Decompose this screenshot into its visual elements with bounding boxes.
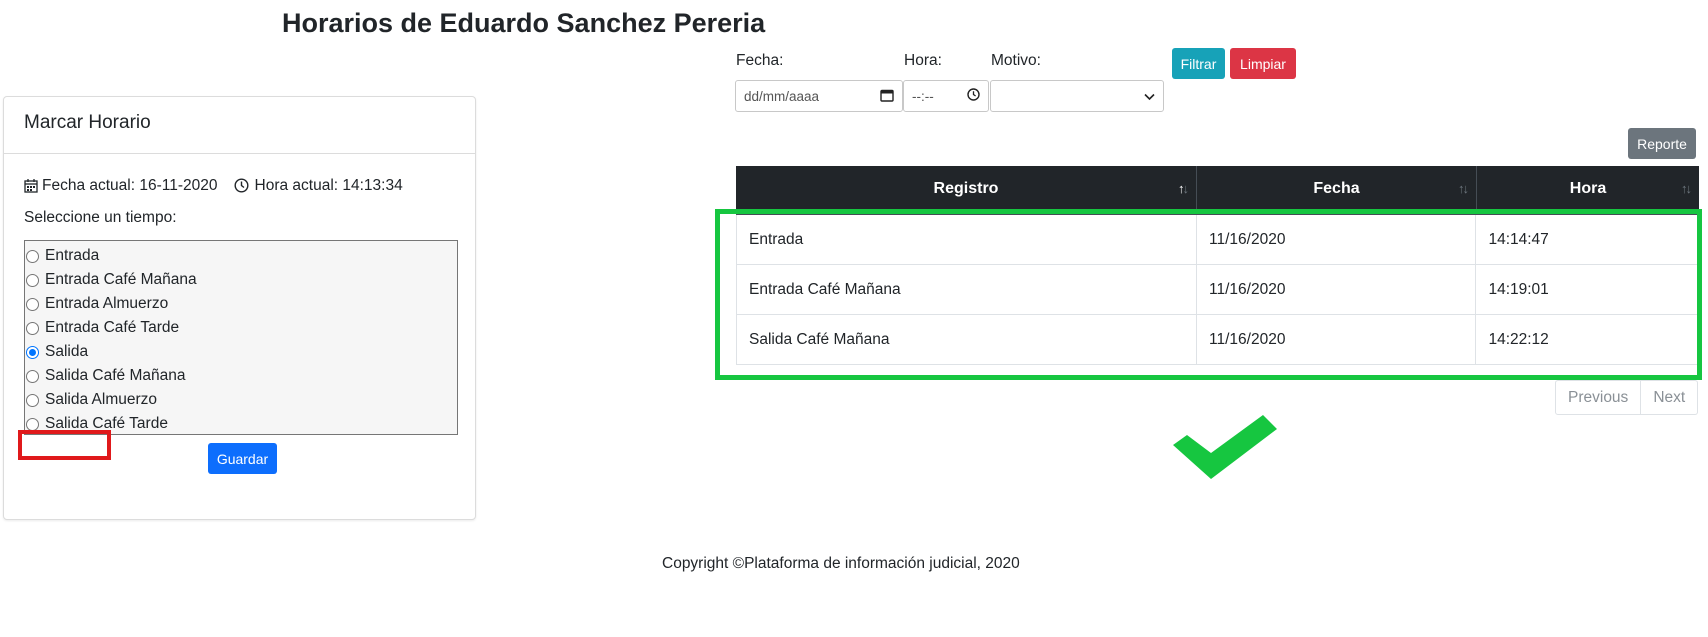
motivo-label: Motivo: [991, 52, 1041, 69]
radio-button[interactable] [26, 417, 39, 431]
radio-button[interactable] [26, 393, 39, 407]
motivo-select[interactable] [990, 80, 1164, 112]
radio-option[interactable]: Entrada [25, 244, 457, 268]
calendar-picker-icon[interactable] [880, 88, 894, 105]
pagination: Previous Next [1555, 380, 1699, 415]
radio-button[interactable] [26, 249, 39, 263]
clear-button[interactable]: Limpiar [1230, 48, 1296, 79]
hora-label: Hora: [904, 52, 942, 69]
radio-label: Entrada Almuerzo [45, 295, 169, 312]
radio-option[interactable]: Entrada Café Tarde [25, 316, 457, 340]
radio-button[interactable] [26, 369, 39, 383]
hora-actual: Hora actual: 14:13:34 [254, 177, 403, 194]
card-header: Marcar Horario [4, 97, 475, 154]
radio-option[interactable]: Entrada Almuerzo [25, 292, 457, 316]
selected-option-highlight [18, 430, 111, 460]
fecha-label: Fecha: [736, 52, 784, 69]
column-label: Registro [933, 179, 999, 197]
radio-option-selected[interactable]: Salida [25, 340, 457, 364]
current-date-time: Fecha actual: 16-11-2020 Hora actual: 14… [24, 177, 403, 195]
marcar-horario-card: Marcar Horario Fecha actual: 16-11-2020 … [3, 96, 476, 520]
radio-button[interactable] [26, 273, 39, 287]
chevron-down-icon [1144, 89, 1155, 104]
filter-button[interactable]: Filtrar [1172, 48, 1225, 79]
column-header-hora[interactable]: Hora ↑↓ [1477, 166, 1699, 211]
radio-label: Entrada Café Mañana [45, 271, 197, 288]
radio-label: Entrada [45, 247, 100, 264]
sort-icon[interactable]: ↑↓ [1458, 181, 1469, 196]
radio-button[interactable] [26, 321, 39, 335]
radio-option[interactable]: Salida Café Mañana [25, 364, 457, 388]
page-title: Horarios de Eduardo Sanchez Pereria [282, 8, 766, 38]
clock-picker-icon[interactable] [967, 88, 980, 104]
time-placeholder: --:-- [912, 88, 934, 104]
radio-button[interactable] [26, 297, 39, 311]
fecha-actual: Fecha actual: 16-11-2020 [42, 177, 218, 194]
clock-icon [233, 178, 250, 194]
time-radio-list: Entrada Entrada Café Mañana Entrada Almu… [24, 240, 458, 435]
next-page-button[interactable]: Next [1641, 380, 1699, 415]
check-icon [1173, 415, 1283, 483]
column-header-fecha[interactable]: Fecha ↑↓ [1197, 166, 1477, 211]
date-input[interactable]: dd/mm/aaaa [735, 80, 903, 112]
table-header: Registro ↑↓ Fecha ↑↓ Hora ↑↓ [736, 166, 1699, 215]
radio-label: Entrada Café Tarde [45, 319, 180, 336]
save-button[interactable]: Guardar [208, 443, 277, 474]
calendar-icon [24, 178, 40, 194]
radio-label: Salida [45, 343, 89, 360]
footer-copyright: Copyright ©Plataforma de información jud… [662, 555, 1020, 572]
column-label: Hora [1569, 179, 1607, 197]
radio-option[interactable]: Entrada Café Mañana [25, 268, 457, 292]
previous-page-button[interactable]: Previous [1555, 380, 1642, 415]
radio-label: Salida Café Mañana [45, 367, 186, 384]
column-header-registro[interactable]: Registro ↑↓ [736, 166, 1197, 211]
radio-button-checked[interactable] [26, 345, 39, 359]
sort-icon[interactable]: ↑↓ [1681, 181, 1692, 196]
radio-label: Salida Almuerzo [45, 391, 158, 408]
time-select-label: Seleccione un tiempo: [24, 209, 177, 226]
date-placeholder: dd/mm/aaaa [744, 88, 820, 104]
report-button[interactable]: Reporte [1628, 128, 1696, 159]
table-rows-highlight [715, 209, 1702, 380]
radio-option[interactable]: Salida Almuerzo [25, 388, 457, 412]
column-label: Fecha [1313, 179, 1360, 197]
sort-icon[interactable]: ↑↓ [1178, 181, 1189, 196]
time-input[interactable]: --:-- [903, 80, 989, 112]
